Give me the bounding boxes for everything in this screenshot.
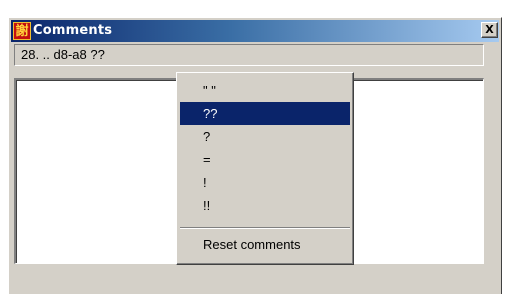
menu-separator: [180, 227, 350, 229]
comment-context-menu: " " ?? ? = ! !! Reset comments: [176, 72, 354, 265]
menu-item-good-move[interactable]: !: [180, 171, 350, 194]
chinese-character-app-icon: 謝: [13, 22, 31, 40]
title-bar[interactable]: 謝 Comments X: [11, 20, 499, 42]
move-comment-field[interactable]: 28. .. d8-a8 ??: [14, 44, 484, 66]
window-title: Comments: [33, 23, 113, 38]
menu-item-mistake[interactable]: ?: [180, 125, 350, 148]
menu-item-blunder[interactable]: ??: [180, 102, 350, 125]
menu-item-brilliant[interactable]: !!: [180, 194, 350, 217]
menu-item-quotes[interactable]: " ": [180, 79, 350, 102]
menu-item-equal[interactable]: =: [180, 148, 350, 171]
menu-item-reset-comments[interactable]: Reset comments: [180, 233, 350, 256]
close-button[interactable]: X: [481, 22, 498, 38]
